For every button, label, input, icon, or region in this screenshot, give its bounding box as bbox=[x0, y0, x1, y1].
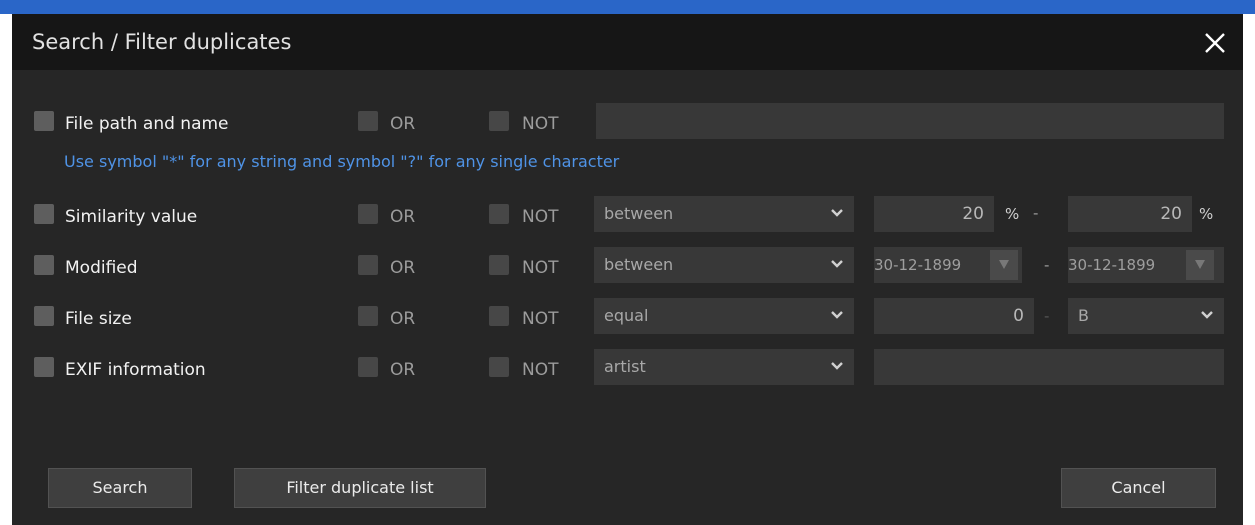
exif-not-checkbox[interactable] bbox=[489, 357, 509, 377]
similarity-checkbox[interactable] bbox=[34, 204, 54, 224]
filter-duplicate-list-button[interactable]: Filter duplicate list bbox=[234, 468, 486, 508]
similarity-range-separator: - bbox=[1033, 204, 1039, 222]
file-size-unit-dropdown[interactable]: B bbox=[1068, 298, 1224, 334]
file-size-separator: - bbox=[1044, 307, 1050, 325]
file-size-not-checkbox[interactable] bbox=[489, 306, 509, 326]
file-size-unit-value: B bbox=[1078, 306, 1089, 325]
exif-field-dropdown[interactable]: artist bbox=[594, 349, 854, 385]
similarity-mode-dropdown[interactable]: between bbox=[594, 196, 854, 232]
similarity-from-unit: % bbox=[1005, 205, 1020, 223]
chevron-down-icon bbox=[828, 306, 846, 324]
exif-or-label: OR bbox=[390, 360, 416, 380]
file-size-not-label: NOT bbox=[522, 309, 559, 329]
window-top-edge bbox=[0, 0, 1255, 14]
file-path-checkbox[interactable] bbox=[34, 111, 54, 131]
exif-or-checkbox[interactable] bbox=[358, 357, 378, 377]
similarity-or-label: OR bbox=[390, 207, 416, 227]
file-path-or-checkbox[interactable] bbox=[358, 111, 378, 131]
chevron-down-icon bbox=[1198, 306, 1216, 324]
similarity-mode-value: between bbox=[604, 204, 674, 223]
file-size-label: File size bbox=[65, 309, 132, 329]
window-right-edge bbox=[1243, 14, 1255, 525]
dialog-title: Search / Filter duplicates bbox=[32, 30, 292, 54]
similarity-from-input[interactable]: 20 bbox=[874, 196, 994, 232]
modified-not-checkbox[interactable] bbox=[489, 255, 509, 275]
modified-from-date[interactable]: 30-12-1899 bbox=[874, 247, 1022, 283]
file-path-not-checkbox[interactable] bbox=[489, 111, 509, 131]
modified-range-separator: - bbox=[1044, 256, 1050, 274]
similarity-or-checkbox[interactable] bbox=[358, 204, 378, 224]
file-size-checkbox[interactable] bbox=[34, 306, 54, 326]
file-path-or-label: OR bbox=[390, 114, 416, 134]
modified-from-date-value: 30-12-1899 bbox=[874, 256, 962, 274]
file-size-input[interactable]: 0 bbox=[874, 298, 1034, 334]
file-path-input[interactable] bbox=[596, 103, 1224, 139]
exif-label: EXIF information bbox=[65, 360, 206, 380]
modified-checkbox[interactable] bbox=[34, 255, 54, 275]
close-icon[interactable] bbox=[1198, 26, 1232, 60]
file-path-label: File path and name bbox=[65, 114, 229, 134]
exif-value-input[interactable] bbox=[874, 349, 1224, 385]
wildcard-hint: Use symbol "*" for any string and symbol… bbox=[64, 152, 620, 171]
modified-mode-value: between bbox=[604, 255, 674, 274]
exif-field-value: artist bbox=[604, 357, 646, 376]
modified-or-checkbox[interactable] bbox=[358, 255, 378, 275]
chevron-down-icon bbox=[828, 255, 846, 273]
calendar-dropdown-icon[interactable] bbox=[990, 250, 1018, 280]
modified-to-date[interactable]: 30-12-1899 bbox=[1068, 247, 1224, 283]
modified-to-date-value: 30-12-1899 bbox=[1068, 256, 1156, 274]
cancel-button[interactable]: Cancel bbox=[1061, 468, 1216, 508]
file-size-or-checkbox[interactable] bbox=[358, 306, 378, 326]
file-size-mode-dropdown[interactable]: equal bbox=[594, 298, 854, 334]
exif-checkbox[interactable] bbox=[34, 357, 54, 377]
modified-not-label: NOT bbox=[522, 258, 559, 278]
file-path-not-label: NOT bbox=[522, 114, 559, 134]
search-button[interactable]: Search bbox=[48, 468, 192, 508]
file-size-mode-value: equal bbox=[604, 306, 649, 325]
calendar-dropdown-icon[interactable] bbox=[1186, 250, 1214, 280]
similarity-to-unit: % bbox=[1199, 205, 1214, 223]
chevron-down-icon bbox=[828, 204, 846, 222]
similarity-label: Similarity value bbox=[65, 207, 198, 227]
modified-or-label: OR bbox=[390, 258, 416, 278]
modified-mode-dropdown[interactable]: between bbox=[594, 247, 854, 283]
chevron-down-icon bbox=[828, 357, 846, 375]
similarity-not-checkbox[interactable] bbox=[489, 204, 509, 224]
modified-label: Modified bbox=[65, 258, 138, 278]
exif-not-label: NOT bbox=[522, 360, 559, 380]
similarity-to-input[interactable]: 20 bbox=[1068, 196, 1192, 232]
similarity-not-label: NOT bbox=[522, 207, 559, 227]
file-size-or-label: OR bbox=[390, 309, 416, 329]
